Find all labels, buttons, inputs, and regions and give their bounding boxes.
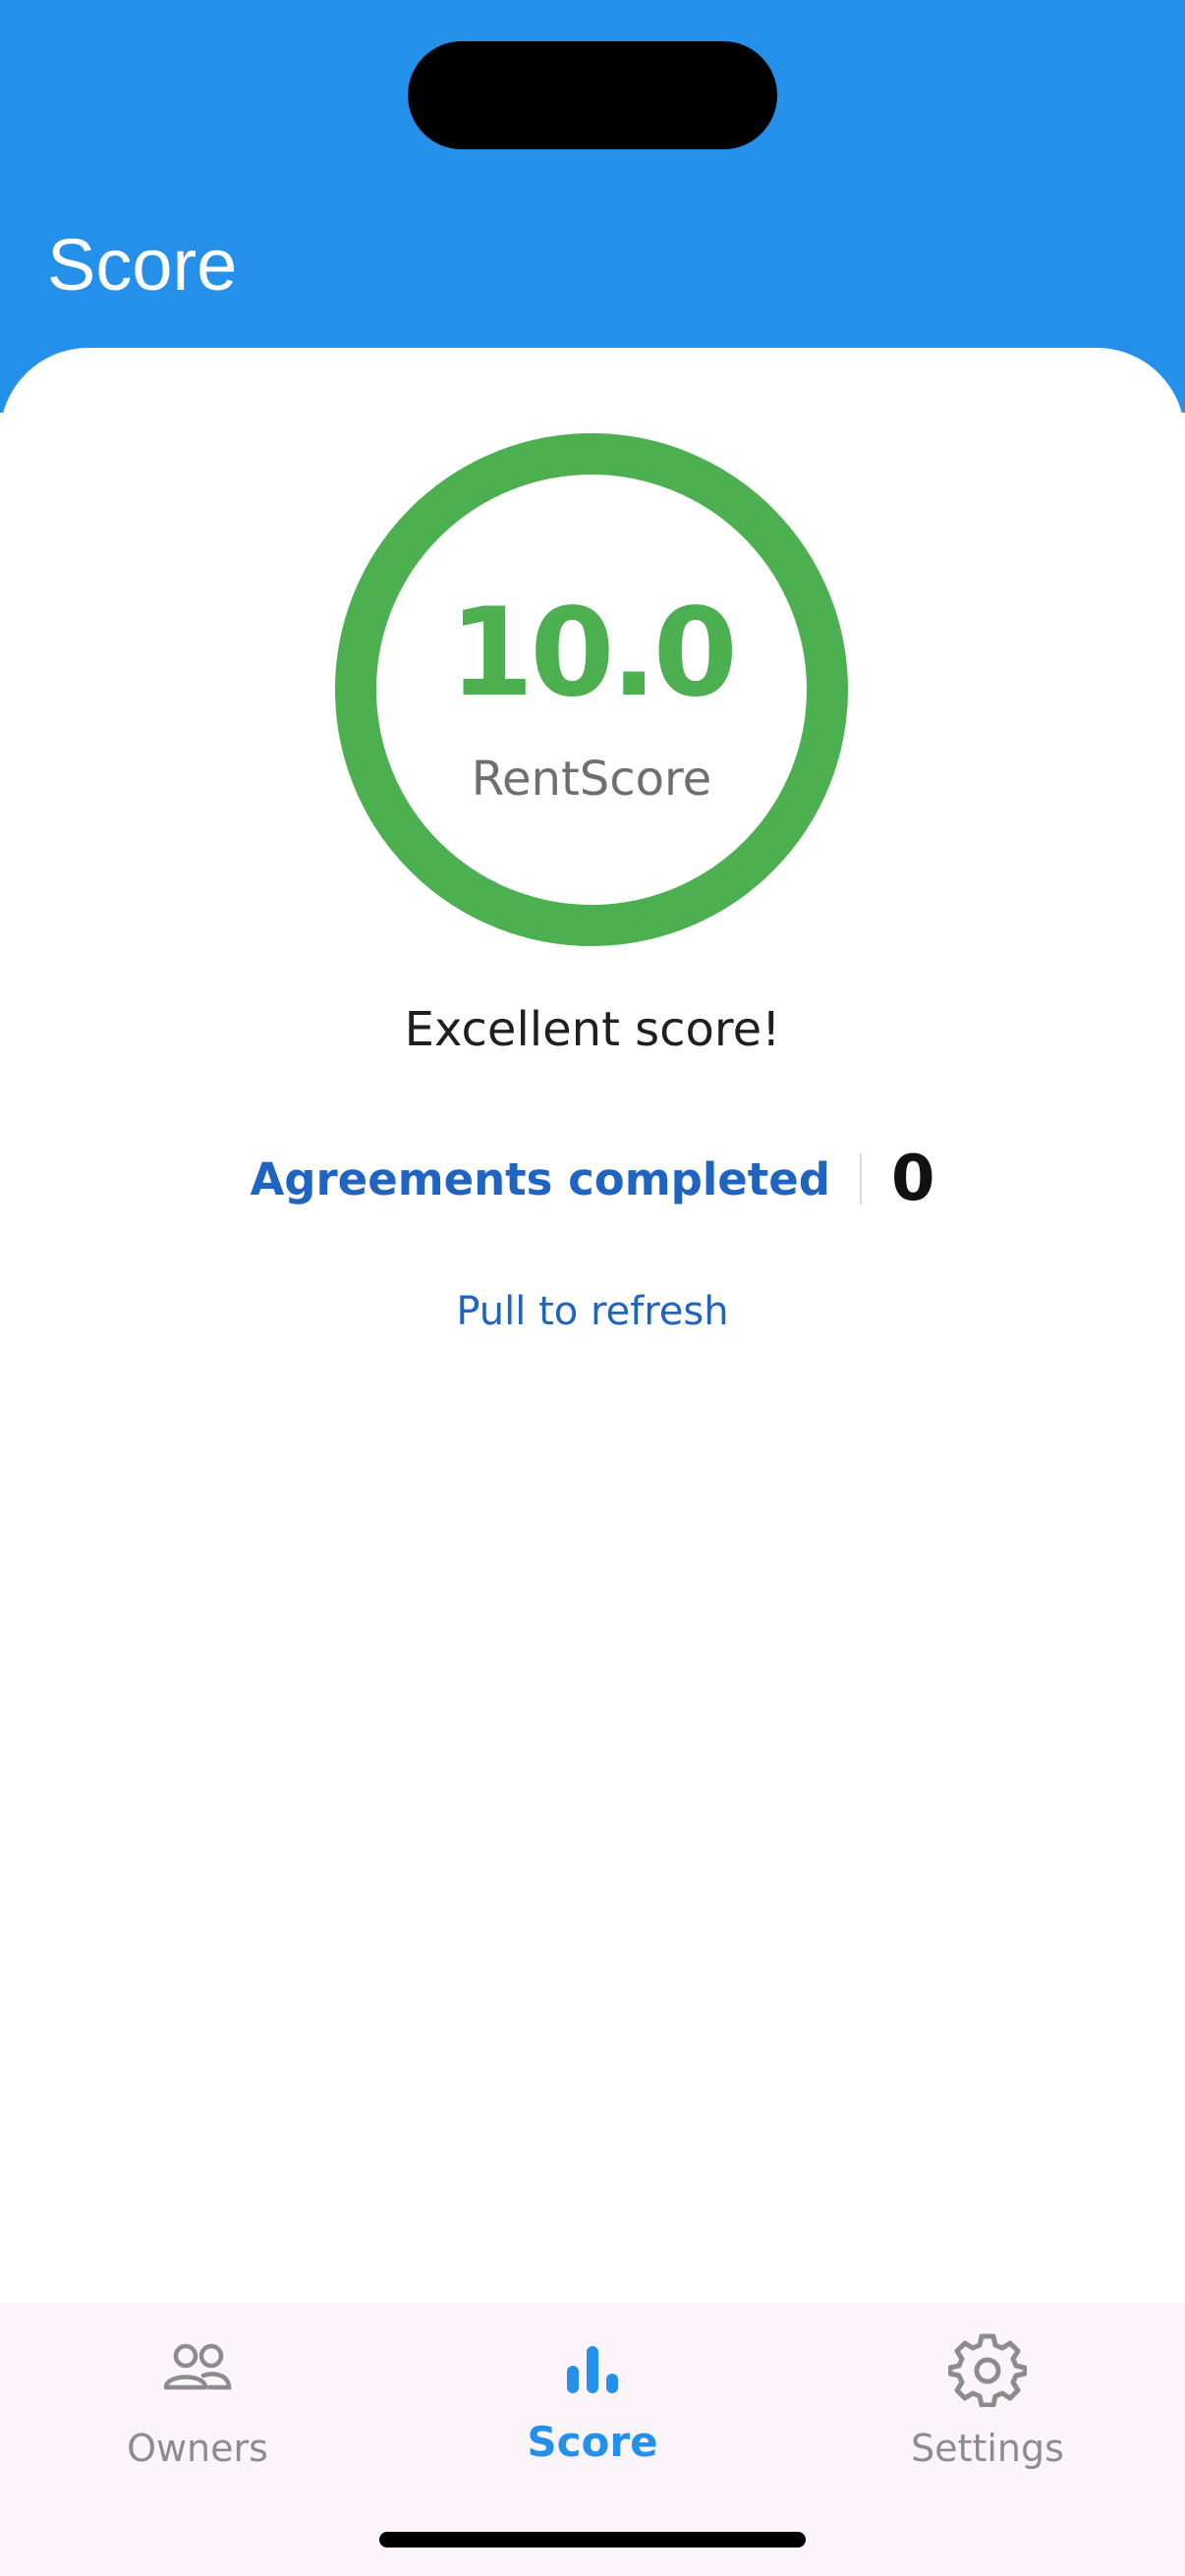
home-indicator [379, 2532, 806, 2548]
score-value: 10.0 [449, 583, 738, 724]
agreements-row: Agreements completed 0 [0, 1140, 1185, 1218]
tab-score-label: Score [527, 2418, 658, 2466]
dynamic-island [408, 41, 777, 149]
tab-owners-label: Owners [127, 2427, 268, 2470]
agreements-divider [860, 1153, 863, 1204]
page-title: Score [47, 224, 238, 306]
score-label: RentScore [471, 752, 712, 807]
agreements-count: 0 [891, 1143, 935, 1215]
tab-score[interactable]: Score [395, 2303, 790, 2499]
tab-owners[interactable]: Owners [0, 2303, 395, 2499]
gear-icon [948, 2328, 1027, 2407]
tab-settings-label: Settings [911, 2427, 1064, 2470]
agreements-label: Agreements completed [250, 1152, 831, 1205]
score-screen: Score 10.0 RentScore Excellent score! Ag… [0, 0, 1185, 2576]
pull-to-refresh-hint[interactable]: Pull to refresh [0, 1277, 1185, 1346]
people-icon [158, 2330, 237, 2409]
tab-settings[interactable]: Settings [790, 2303, 1185, 2499]
bar-chart-icon [553, 2332, 632, 2411]
score-message: Excellent score! [404, 1002, 781, 1057]
